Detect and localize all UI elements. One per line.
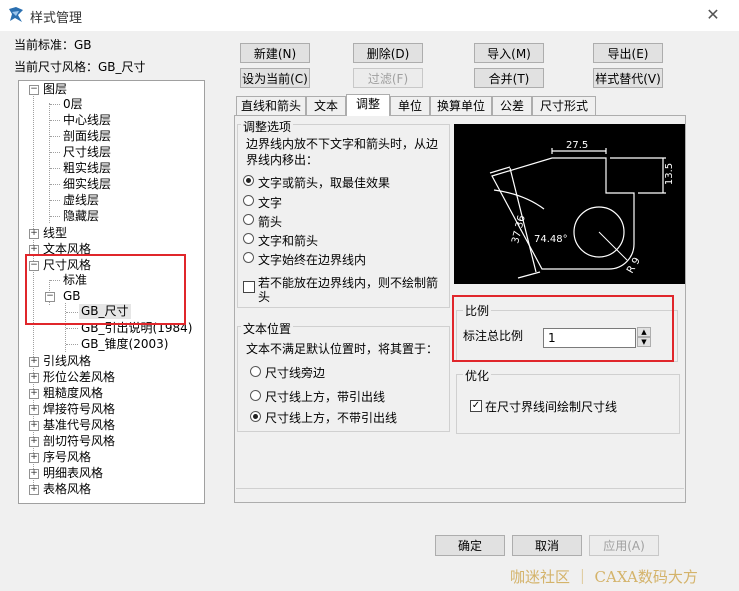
- app-logo-icon: [7, 6, 25, 24]
- optimize-checkbox-label[interactable]: 在尺寸界线间绘制尺寸线: [485, 398, 617, 415]
- tree-item-linetype[interactable]: 线型: [43, 226, 67, 241]
- tree-item-section-style[interactable]: 剖切符号风格: [43, 434, 115, 449]
- expand-icon[interactable]: +: [29, 373, 39, 383]
- export-button[interactable]: 导出(E): [593, 43, 663, 63]
- expand-icon[interactable]: +: [29, 437, 39, 447]
- adjust-description: 边界线内放不下文字和箭头时，从边界线内移出：: [246, 137, 439, 167]
- cancel-button[interactable]: 取消: [512, 535, 582, 556]
- no-arrow-checkbox[interactable]: [243, 281, 255, 293]
- current-standard-label: 当前标准：GB: [14, 38, 92, 52]
- expand-icon[interactable]: +: [29, 405, 39, 415]
- radio-arrows[interactable]: [243, 214, 254, 225]
- expand-icon[interactable]: +: [29, 453, 39, 463]
- radio-above-no-leader-label[interactable]: 尺寸线上方，不带引出线: [265, 409, 397, 426]
- tree-item-table-style[interactable]: 表格风格: [43, 482, 91, 497]
- tree-item-layer[interactable]: 细实线层: [63, 177, 111, 192]
- optimize-checkbox[interactable]: ✓: [470, 400, 482, 412]
- new-button[interactable]: 新建(N): [240, 43, 310, 63]
- tree-item-layers[interactable]: 图层: [43, 82, 67, 97]
- highlight-box-dim-style: [25, 254, 186, 325]
- radio-arrows-label[interactable]: 箭头: [258, 213, 282, 230]
- radio-above-no-leader[interactable]: [250, 411, 261, 422]
- current-dim-style-label: 当前尺寸风格：GB_尺寸: [14, 60, 146, 74]
- expand-icon[interactable]: +: [29, 421, 39, 431]
- tree-item-layer[interactable]: 中心线层: [63, 113, 111, 128]
- tree-item-leader-style[interactable]: 引线风格: [43, 354, 91, 369]
- tree-item-gdt-style[interactable]: 形位公差风格: [43, 370, 115, 385]
- preview-radius: R 9: [625, 256, 643, 276]
- tab-units[interactable]: 单位: [390, 96, 430, 115]
- window-title: 样式管理: [30, 11, 83, 26]
- style-replace-button[interactable]: 样式替代(V): [593, 68, 663, 88]
- title-bar: [0, 0, 739, 31]
- preview-dim-top: 27.5: [566, 140, 588, 151]
- merge-button[interactable]: 合并(T): [474, 68, 544, 88]
- expand-icon[interactable]: +: [29, 469, 39, 479]
- tree-item-layer[interactable]: 剖面线层: [63, 129, 111, 144]
- optimize-group-title: 优化: [463, 367, 492, 384]
- watermark-text: 咖迷社区 ｜ CAXA数码大方: [510, 568, 698, 586]
- expand-icon[interactable]: +: [29, 357, 39, 367]
- radio-above-with-leader-label[interactable]: 尺寸线上方，带引出线: [265, 388, 385, 405]
- collapse-icon[interactable]: −: [29, 85, 39, 95]
- tree-item-bom-style[interactable]: 明细表风格: [43, 466, 103, 481]
- tab-lines-arrows[interactable]: 直线和箭头: [236, 96, 306, 115]
- set-current-button[interactable]: 设为当前(C): [240, 68, 310, 88]
- delete-button[interactable]: 删除(D): [353, 43, 423, 63]
- radio-best-fit-label[interactable]: 文字或箭头，取最佳效果: [258, 174, 390, 191]
- dimension-preview: 27.5 13.5 37.36 74.48° R 9: [454, 124, 685, 284]
- tree-item-layer[interactable]: 虚线层: [63, 193, 99, 208]
- tab-alt-units[interactable]: 换算单位: [430, 96, 492, 115]
- radio-text-and-arrows-label[interactable]: 文字和箭头: [258, 232, 318, 249]
- radio-text[interactable]: [243, 195, 254, 206]
- tree-item-layer[interactable]: 尺寸线层: [63, 145, 111, 160]
- expand-icon[interactable]: +: [29, 229, 39, 239]
- radio-beside-dim-line[interactable]: [250, 366, 261, 377]
- import-button[interactable]: 导入(M): [474, 43, 544, 63]
- close-button[interactable]: ✕: [700, 4, 726, 26]
- tree-item-layer[interactable]: 0层: [63, 97, 83, 112]
- ok-button[interactable]: 确定: [435, 535, 505, 556]
- tab-tolerance[interactable]: 公差: [492, 96, 532, 115]
- expand-icon[interactable]: +: [29, 389, 39, 399]
- tab-dim-form[interactable]: 尺寸形式: [532, 96, 596, 115]
- tree-item-layer[interactable]: 隐藏层: [63, 209, 99, 224]
- highlight-box-scale: [452, 295, 674, 362]
- tree-item-balloon-style[interactable]: 序号风格: [43, 450, 91, 465]
- tree-item-roughness-style[interactable]: 粗糙度风格: [43, 386, 103, 401]
- tree-item-weld-style[interactable]: 焊接符号风格: [43, 402, 115, 417]
- tree-item-layer[interactable]: 粗实线层: [63, 161, 111, 176]
- tab-text[interactable]: 文本: [306, 96, 346, 115]
- tree-item-gb-taper[interactable]: GB_锥度(2003): [81, 337, 168, 352]
- radio-text-inside-label[interactable]: 文字始终在边界线内: [258, 251, 366, 268]
- radio-text-and-arrows[interactable]: [243, 233, 254, 244]
- expand-icon[interactable]: +: [29, 485, 39, 495]
- preview-angle: 74.48°: [534, 234, 568, 245]
- text-position-description: 文本不满足默认位置时，将其置于：: [246, 342, 439, 356]
- radio-above-with-leader[interactable]: [250, 390, 261, 401]
- apply-button[interactable]: 应用(A): [589, 535, 659, 556]
- panel-divider: [236, 488, 684, 489]
- tab-adjust[interactable]: 调整: [346, 94, 390, 116]
- radio-best-fit[interactable]: [243, 175, 254, 186]
- adjust-group-title: 调整选项: [241, 118, 294, 135]
- no-arrow-checkbox-label[interactable]: 若不能放在边界线内，则不绘制箭头: [258, 276, 446, 304]
- text-position-title: 文本位置: [241, 320, 294, 337]
- radio-text-inside[interactable]: [243, 252, 254, 263]
- radio-text-label[interactable]: 文字: [258, 194, 282, 211]
- filter-button[interactable]: 过滤(F): [353, 68, 423, 88]
- tree-item-datum-style[interactable]: 基准代号风格: [43, 418, 115, 433]
- radio-beside-dim-line-label[interactable]: 尺寸线旁边: [265, 364, 325, 381]
- preview-dim-right: 13.5: [664, 163, 675, 185]
